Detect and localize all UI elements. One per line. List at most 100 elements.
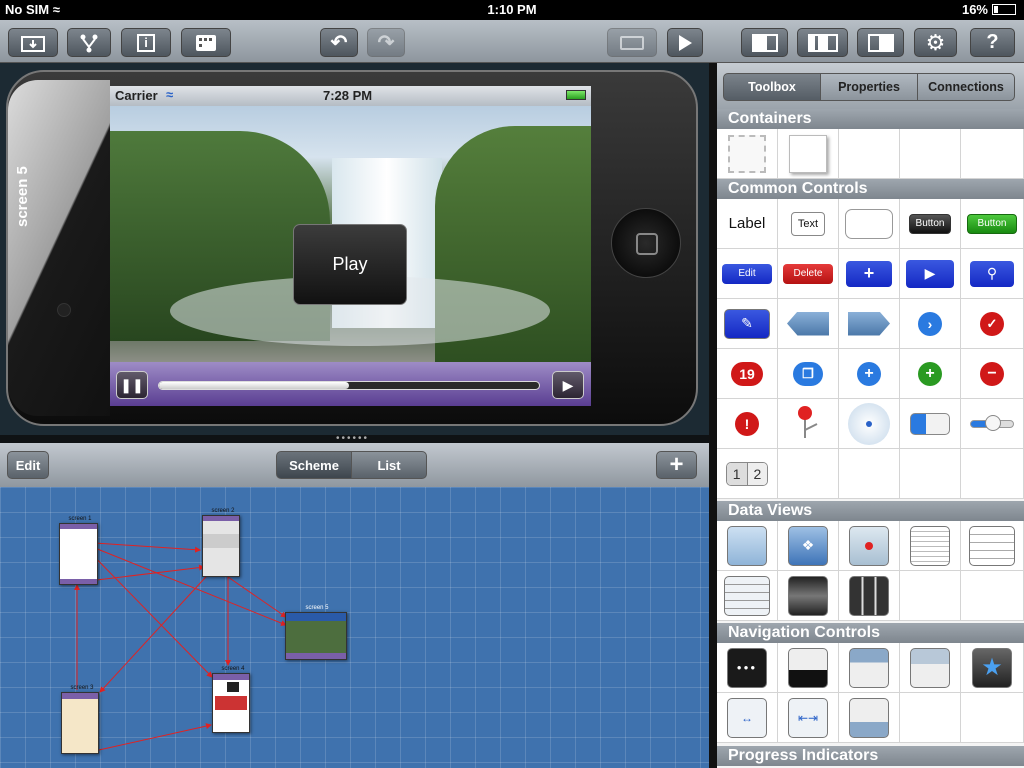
scheme-screen-label: screen 3 (70, 685, 94, 691)
tool-map-view[interactable] (839, 521, 900, 571)
tool-view-container[interactable] (717, 129, 778, 179)
tab-scheme[interactable]: Scheme (276, 451, 352, 479)
tool-add-contact[interactable]: + (839, 349, 900, 399)
run-button[interactable] (667, 28, 703, 57)
tool-image-view[interactable] (717, 521, 778, 571)
tool-check-button[interactable]: ✓ (961, 299, 1024, 349)
tool-table-grouped[interactable] (717, 571, 778, 621)
connection-arrows (74, 541, 287, 753)
fork-icon (80, 34, 98, 52)
tool-toggle-switch[interactable] (900, 399, 961, 449)
tool-add-green[interactable]: + (900, 349, 961, 399)
tab-toolbox[interactable]: Toolbox (723, 73, 821, 101)
tab-connections[interactable]: Connections (917, 73, 1015, 101)
add-screen-button[interactable]: + (656, 451, 697, 479)
dashed-container-icon (728, 134, 766, 173)
screen-tab[interactable] (8, 80, 110, 416)
tool-toolbar-flexible[interactable]: ↔ (717, 693, 778, 743)
plus-circle-blue-icon: + (857, 361, 881, 386)
play-button[interactable]: Play (293, 224, 407, 305)
tool-location-circle[interactable] (839, 399, 900, 449)
settings-button[interactable]: ⚙ (914, 28, 957, 57)
vertical-divider[interactable] (709, 63, 717, 768)
tool-text-view[interactable] (900, 521, 961, 571)
book-icon: ❒ (793, 361, 823, 386)
tool-toolbar[interactable] (839, 693, 900, 743)
tool-play-button[interactable]: ▶ (900, 249, 961, 299)
scheme-screen-label: screen 4 (221, 666, 245, 672)
info-button[interactable]: i (121, 28, 171, 57)
tool-tab-bar[interactable] (778, 643, 839, 693)
tool-page-control[interactable]: ●●● (717, 643, 778, 693)
scheme-screen-5[interactable]: screen 5 (285, 605, 347, 660)
help-icon: ? (986, 31, 999, 53)
tool-table-plain[interactable] (961, 521, 1024, 571)
progress-track[interactable] (158, 381, 540, 390)
tool-label[interactable]: Label (717, 199, 778, 249)
scheme-screen-1[interactable]: screen 1 (59, 516, 98, 585)
scheme-screen-4[interactable]: screen 4 (212, 666, 250, 733)
tool-back-button[interactable] (778, 299, 839, 349)
map-pin-icon (798, 405, 818, 438)
section-containers: Containers (717, 109, 1024, 129)
device-wifi-icon: ≈ (166, 87, 174, 102)
play-icon (678, 34, 692, 51)
pause-button[interactable]: ❚❚ (116, 371, 148, 399)
tool-search-bar[interactable] (900, 643, 961, 693)
tab-properties[interactable]: Properties (820, 73, 918, 101)
edit-button-sample: Edit (722, 263, 772, 284)
tool-bookmarks-button[interactable]: ❒ (778, 349, 839, 399)
pause-icon: ❚❚ (120, 376, 144, 393)
gallery-button[interactable] (181, 28, 231, 57)
play-blue-icon: ▶ (906, 259, 954, 288)
scheme-screen-2[interactable]: screen 2 (202, 508, 240, 577)
tool-rounded-field[interactable] (839, 199, 900, 249)
location-circle-icon (848, 402, 890, 445)
tool-remove-red[interactable]: − (961, 349, 1024, 399)
toggle-switch-icon (910, 412, 950, 435)
tool-badge[interactable]: 19 (717, 349, 778, 399)
tool-web-view[interactable]: ❖ (778, 521, 839, 571)
tool-delete-button[interactable]: Delete (778, 249, 839, 299)
tool-alert[interactable]: ! (717, 399, 778, 449)
label-text: Label (728, 215, 766, 232)
edit-button[interactable]: Edit (7, 451, 49, 479)
redo-button[interactable]: ↷ (367, 28, 405, 57)
tool-segmented-control[interactable]: 12 (717, 449, 778, 499)
share-button[interactable] (67, 28, 111, 57)
tool-slider[interactable] (961, 399, 1024, 449)
tool-add-button[interactable]: + (839, 249, 900, 299)
nav-bar-icon (849, 647, 889, 688)
tool-edit-button[interactable]: Edit (717, 249, 778, 299)
scheme-screen-3[interactable]: screen 3 (61, 685, 99, 754)
tool-picker-view[interactable] (778, 571, 839, 621)
tool-toolbar-fixed[interactable]: ⇤⇥ (778, 693, 839, 743)
tool-map-pin[interactable] (778, 399, 839, 449)
tool-forward-button[interactable] (839, 299, 900, 349)
tool-compose-button[interactable]: ✎ (717, 299, 778, 349)
scheme-canvas[interactable]: screen 1 screen 2 screen 5 screen 4 scre… (0, 487, 709, 768)
tool-nav-bar[interactable] (839, 643, 900, 693)
tool-dark-button[interactable]: Button (900, 199, 961, 249)
layout-right-button[interactable] (857, 28, 904, 57)
tool-green-button[interactable]: Button (961, 199, 1024, 249)
layout-left-button[interactable] (741, 28, 788, 57)
tool-search-button[interactable]: ⚲ (961, 249, 1024, 299)
next-button[interactable]: ▶ (552, 371, 584, 399)
waterfall-video[interactable]: Play (110, 106, 591, 362)
tab-list[interactable]: List (351, 451, 427, 479)
home-button[interactable] (611, 208, 681, 278)
add-icon: + (846, 260, 892, 287)
tool-scroll-container[interactable] (778, 129, 839, 179)
scheme-screen-label: screen 2 (211, 508, 235, 514)
export-button[interactable] (607, 28, 657, 57)
camera-dot (57, 303, 71, 317)
tool-date-picker[interactable] (839, 571, 900, 621)
tool-disclosure-button[interactable]: › (900, 299, 961, 349)
layout-center-button[interactable] (797, 28, 848, 57)
help-button[interactable]: ? (970, 28, 1015, 57)
import-button[interactable] (8, 28, 58, 57)
undo-button[interactable]: ↶ (320, 28, 358, 57)
tool-text-field[interactable]: Text (778, 199, 839, 249)
tool-favorites-tab[interactable]: ★ (961, 643, 1024, 693)
